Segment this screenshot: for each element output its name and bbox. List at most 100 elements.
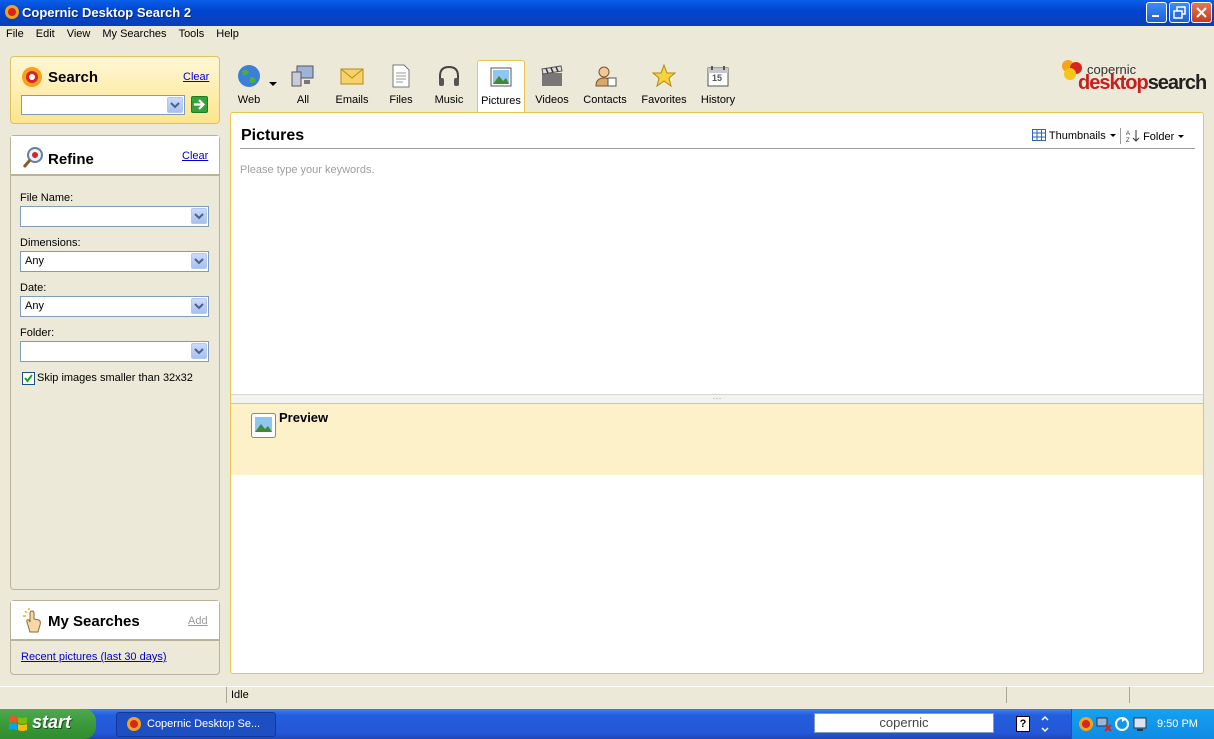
thumbnails-icon xyxy=(1032,129,1046,141)
category-label-web: Web xyxy=(237,94,261,106)
window-title: Copernic Desktop Search 2 xyxy=(22,5,192,20)
menu-file[interactable]: File xyxy=(0,26,30,44)
network-disconnected-icon[interactable] xyxy=(1096,716,1112,732)
menu-my-searches[interactable]: My Searches xyxy=(96,26,172,44)
chevron-down-icon[interactable] xyxy=(191,298,207,314)
menu-bar: File Edit View My Searches Tools Help xyxy=(0,26,1214,44)
search-input[interactable] xyxy=(21,95,185,115)
date-label: Date: xyxy=(20,282,47,294)
saved-search-link[interactable]: Recent pictures (last 30 days) xyxy=(21,651,167,663)
checkmark-icon xyxy=(24,374,33,383)
menu-tools[interactable]: Tools xyxy=(173,26,211,44)
category-web[interactable]: Web xyxy=(234,60,264,110)
scroll-arrows-icon[interactable] xyxy=(1040,714,1050,734)
menu-view[interactable]: View xyxy=(61,26,97,44)
category-label-music: Music xyxy=(434,94,464,106)
view-mode-label: Thumbnails xyxy=(1048,130,1106,142)
picture-icon xyxy=(490,67,512,87)
copernic-tray-icon[interactable] xyxy=(1078,716,1094,732)
my-searches-title: My Searches xyxy=(48,613,140,630)
category-favorites[interactable]: Favorites xyxy=(639,60,689,110)
category-label-favorites: Favorites xyxy=(641,94,687,106)
category-music[interactable]: Music xyxy=(432,60,466,110)
sort-az-icon: AZ xyxy=(1126,130,1140,144)
search-go-button[interactable] xyxy=(191,96,208,113)
deskbar-search-input[interactable]: copernic xyxy=(814,713,994,733)
folder-combo[interactable] xyxy=(20,341,209,362)
minimize-button[interactable] xyxy=(1146,2,1167,23)
pointing-hand-icon xyxy=(23,608,41,633)
dimensions-value: Any xyxy=(25,255,44,267)
category-label-all: All xyxy=(296,94,310,106)
file-name-label: File Name: xyxy=(20,192,74,204)
magnifier-icon xyxy=(22,147,43,168)
computer-icon xyxy=(291,65,314,87)
category-contacts[interactable]: Contacts xyxy=(580,60,630,110)
search-history-dropdown[interactable] xyxy=(167,97,183,113)
status-bar xyxy=(0,686,1214,704)
search-clear-link[interactable]: Clear xyxy=(183,71,209,83)
svg-text:A: A xyxy=(1126,131,1130,137)
results-title: Pictures xyxy=(241,127,305,144)
sort-dropdown[interactable]: AZ Folder xyxy=(1126,129,1185,144)
category-label-videos: Videos xyxy=(535,94,569,106)
results-hint: Please type your keywords. xyxy=(240,164,375,176)
file-name-combo[interactable] xyxy=(20,206,209,227)
restore-icon xyxy=(1173,6,1186,19)
dimensions-select[interactable]: Any xyxy=(20,251,209,272)
date-select[interactable]: Any xyxy=(20,296,209,317)
view-mode-dropdown[interactable]: Thumbnails xyxy=(1032,129,1117,142)
copernic-app-icon xyxy=(5,5,19,19)
menu-edit[interactable]: Edit xyxy=(30,26,61,44)
caret-down-icon xyxy=(269,82,277,86)
chevron-down-icon[interactable] xyxy=(191,343,207,359)
preview-splitter[interactable]: ··· xyxy=(231,394,1203,403)
windows-logo-icon xyxy=(9,716,27,731)
sort-label: Folder xyxy=(1143,131,1175,143)
chevron-down-icon[interactable] xyxy=(191,208,207,224)
my-searches-add-link[interactable]: Add xyxy=(188,615,208,627)
skip-small-images-label[interactable]: Skip images smaller than 32x32 xyxy=(37,372,193,384)
minimize-icon xyxy=(1152,15,1159,17)
category-history[interactable]: History xyxy=(698,60,738,110)
category-pictures[interactable]: Pictures xyxy=(477,60,525,113)
category-all[interactable]: All xyxy=(286,60,320,110)
caret-down-icon xyxy=(1178,135,1185,138)
menu-help[interactable]: Help xyxy=(210,26,245,44)
arrow-right-icon xyxy=(194,99,206,110)
category-label-history: History xyxy=(700,94,736,106)
category-files[interactable]: Files xyxy=(385,60,417,110)
category-label-emails: Emails xyxy=(335,94,369,106)
envelope-icon xyxy=(340,68,364,85)
clock: 9:50 PM xyxy=(1157,718,1198,730)
logo-word-desktop: desktop xyxy=(1078,72,1149,94)
category-label-files: Files xyxy=(389,94,413,106)
web-dropdown-arrow[interactable] xyxy=(268,80,278,90)
refine-clear-link[interactable]: Clear xyxy=(182,150,208,162)
skip-small-images-checkbox[interactable] xyxy=(22,372,35,385)
status-text: Idle xyxy=(231,689,249,701)
restore-button[interactable] xyxy=(1169,2,1190,23)
close-icon xyxy=(1196,7,1207,18)
toolbar-separator xyxy=(1120,128,1121,144)
sync-tray-icon[interactable] xyxy=(1114,716,1130,732)
date-value: Any xyxy=(25,300,44,312)
copernic-taskbar-icon xyxy=(127,717,141,731)
refine-title: Refine xyxy=(48,151,94,168)
calendar-day: 15 xyxy=(712,73,723,83)
status-separator xyxy=(1006,687,1007,703)
close-button[interactable] xyxy=(1191,2,1212,23)
category-videos[interactable]: Videos xyxy=(533,60,571,110)
logo-word-search: search xyxy=(1147,72,1207,94)
chevron-down-icon[interactable] xyxy=(191,253,207,269)
contact-icon xyxy=(595,66,617,87)
category-label-pictures: Pictures xyxy=(481,95,521,107)
document-icon xyxy=(392,64,410,88)
preview-picture-icon xyxy=(251,413,276,438)
category-emails[interactable]: Emails xyxy=(334,60,370,110)
preview-pane xyxy=(231,403,1203,475)
svg-text:Z: Z xyxy=(1126,138,1130,143)
help-icon[interactable]: ? xyxy=(1016,716,1030,732)
preview-title: Preview xyxy=(279,410,329,425)
display-tray-icon[interactable] xyxy=(1132,716,1148,732)
